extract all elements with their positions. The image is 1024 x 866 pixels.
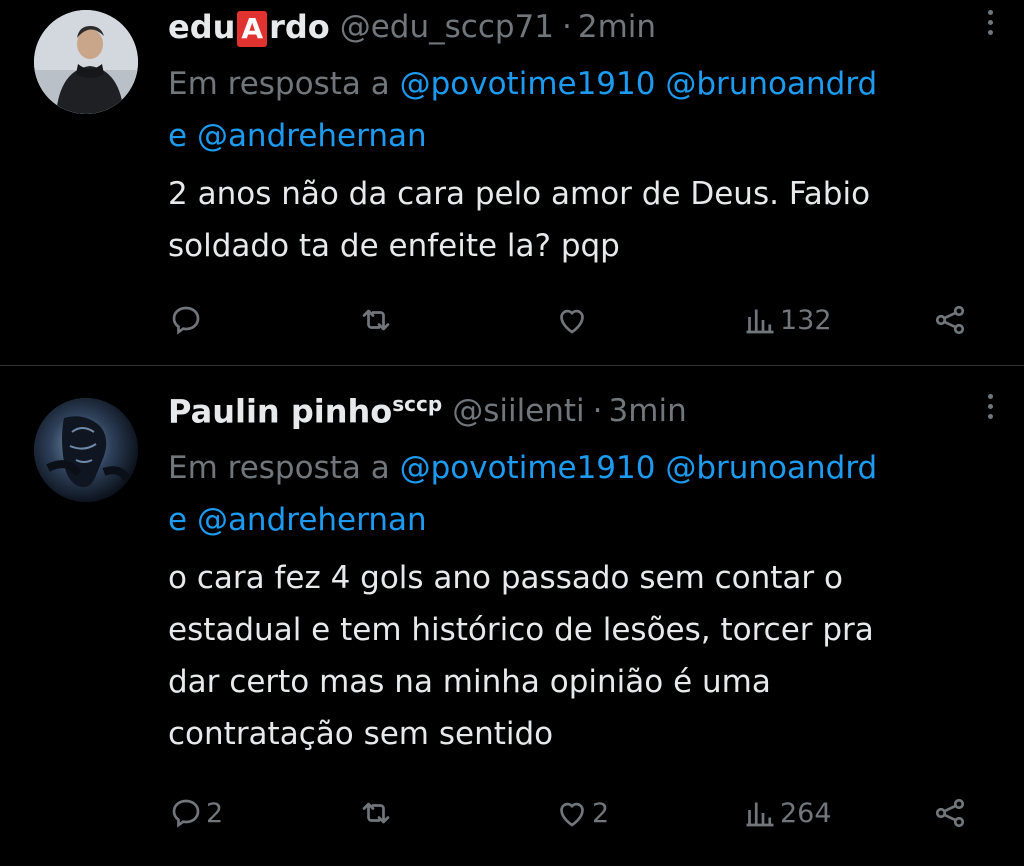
share-icon <box>935 305 965 335</box>
tweet-text-line: dar certo mas na minha opinião é uma <box>168 664 771 700</box>
like-count: 2 <box>592 797 610 829</box>
avatar[interactable] <box>34 398 138 502</box>
mention-link[interactable]: @brunoandrd <box>665 450 877 486</box>
tweet-text: o cara fez 4 gols ano passado sem contar… <box>168 552 998 760</box>
share-button[interactable] <box>932 302 968 338</box>
like-icon <box>560 309 584 334</box>
views-icon <box>746 309 774 334</box>
tweet[interactable]: Paulin pinhosccp @siilenti · 3min Em res… <box>0 366 1024 866</box>
timestamp[interactable]: 2min <box>578 9 656 45</box>
views-icon <box>746 802 774 827</box>
tweet-text: 2 anos não da cara pelo amor de Deus. Fa… <box>168 168 998 272</box>
tweet-text-line: soldado ta de enfeite la? pqp <box>168 228 620 264</box>
user-handle[interactable]: @edu_sccp71 <box>340 9 554 45</box>
tweet-text-line: 2 anos não da cara pelo amor de Deus. Fa… <box>168 176 871 212</box>
like-button[interactable] <box>554 302 592 338</box>
reply-count: 2 <box>206 797 224 829</box>
reply-prefix: Em resposta a <box>168 66 390 102</box>
views-count: 264 <box>780 797 832 829</box>
tweet-header: Paulin pinhosccp @siilenti · 3min <box>168 388 993 434</box>
views-button[interactable]: 264 <box>742 795 832 831</box>
share-button[interactable] <box>932 795 968 831</box>
retweet-icon <box>362 802 390 824</box>
views-button[interactable]: 132 <box>742 302 832 338</box>
mention-link[interactable]: @andrehernan <box>197 118 427 154</box>
mention-conjunction: e <box>168 118 188 154</box>
mention-conjunction: e <box>168 502 188 538</box>
retweet-button[interactable] <box>358 302 396 338</box>
display-name[interactable]: Paulin pinhosccp <box>168 392 442 431</box>
mention-link[interactable]: @andrehernan <box>197 502 427 538</box>
reply-prefix: Em resposta a <box>168 450 390 486</box>
reply-button[interactable]: 2 <box>168 795 223 831</box>
like-button[interactable]: 2 <box>554 795 609 831</box>
reply-icon <box>172 306 200 335</box>
tweet-header: edu Ardo @edu_sccp71 · 2min <box>168 4 993 50</box>
avatar-image <box>34 10 138 114</box>
user-handle[interactable]: @siilenti <box>452 393 584 429</box>
views-count: 132 <box>780 304 832 336</box>
name-superscript: sccp <box>392 391 443 416</box>
mention-link[interactable]: @brunoandrd <box>665 66 877 102</box>
red-a-badge: A <box>237 10 268 47</box>
like-icon <box>560 802 584 827</box>
share-icon <box>935 798 965 828</box>
mention-link[interactable]: @povotime1910 <box>400 450 656 486</box>
retweet-button[interactable] <box>358 795 396 831</box>
reply-button[interactable] <box>168 302 206 338</box>
display-name[interactable]: edu Ardo <box>168 8 330 47</box>
avatar-image <box>34 398 138 502</box>
separator: · <box>562 9 572 45</box>
more-vertical-icon[interactable] <box>980 10 1000 35</box>
avatar[interactable] <box>34 10 138 114</box>
more-vertical-icon[interactable] <box>980 394 1000 419</box>
reply-context: Em resposta a @povotime1910 @brunoandrd … <box>168 442 988 546</box>
mention-link[interactable]: @povotime1910 <box>400 66 656 102</box>
action-bar: 132 <box>168 298 984 342</box>
tweet-text-line: estadual e tem histórico de lesões, torc… <box>168 612 874 648</box>
action-bar: 2 2 264 <box>168 791 984 835</box>
tweet-text-line: contratação sem sentido <box>168 716 554 752</box>
tweet-text-line: o cara fez 4 gols ano passado sem contar… <box>168 560 843 596</box>
reply-context: Em resposta a @povotime1910 @brunoandrd … <box>168 58 988 162</box>
reply-icon <box>172 799 200 828</box>
separator: · <box>592 393 603 429</box>
retweet-icon <box>362 309 390 331</box>
tweet[interactable]: edu Ardo @edu_sccp71 · 2min Em resposta a… <box>0 0 1024 366</box>
timestamp[interactable]: 3min <box>609 393 687 429</box>
